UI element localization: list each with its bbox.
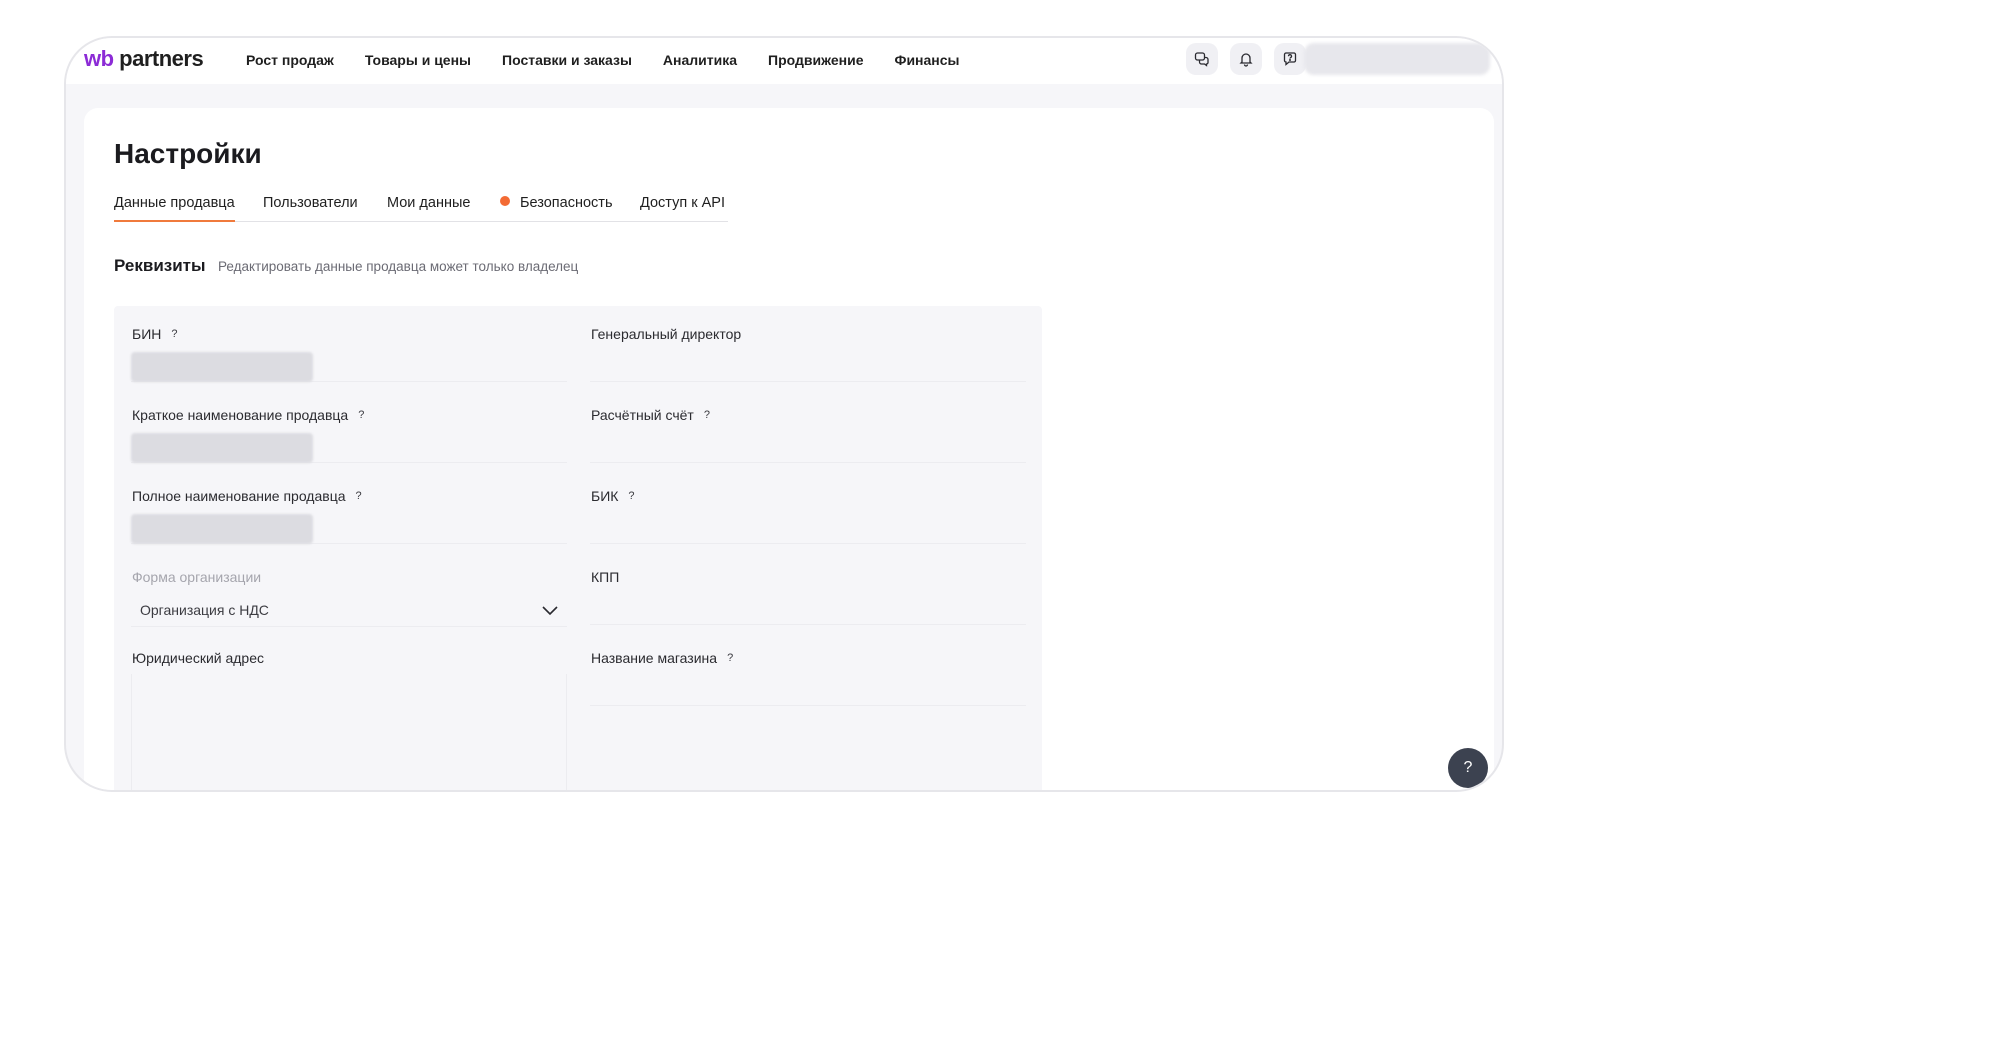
ceo-field[interactable] [590, 350, 1026, 382]
requisites-header: Реквизиты Редактировать данные продавца … [114, 256, 578, 276]
nav-item-analytics[interactable]: Аналитика [663, 51, 737, 69]
profile-menu[interactable] [1304, 43, 1490, 75]
tab-security[interactable]: Безопасность [500, 194, 613, 212]
org-form-select[interactable]: Организация с НДС [131, 595, 567, 627]
short-name-help-icon[interactable]: ? [358, 406, 364, 424]
bell-icon [1239, 53, 1253, 67]
kpp-label: КПП [591, 569, 620, 585]
requisites-form: БИН? Краткое наименование продавца? Полн… [114, 306, 1042, 790]
bik-label: БИК? [591, 487, 635, 505]
section-title: Реквизиты [114, 256, 206, 275]
wb-partners-logo[interactable]: wb partners [84, 46, 204, 72]
nav-item-goods-prices[interactable]: Товары и цены [365, 51, 471, 69]
kpp-field[interactable] [590, 593, 1026, 625]
nav-item-promotion[interactable]: Продвижение [768, 51, 863, 69]
bin-value-redacted [131, 352, 313, 382]
settings-tabs: Данные продавца Пользователи Мои данные … [114, 190, 728, 222]
full-name-label: Полное наименование продавца? [132, 487, 362, 505]
nav-item-supplies-orders[interactable]: Поставки и заказы [502, 51, 632, 69]
short-name-value-redacted [131, 433, 313, 463]
bin-label: БИН? [132, 325, 178, 343]
legal-address-field[interactable] [131, 674, 567, 790]
full-name-field[interactable] [131, 512, 567, 544]
section-note: Редактировать данные продавца может толь… [217, 259, 579, 274]
header-actions [1186, 43, 1306, 75]
full-name-value-redacted [131, 514, 313, 544]
settings-card: Настройки Данные продавца Пользователи М… [84, 108, 1494, 790]
feedback-button[interactable] [1274, 43, 1306, 75]
notifications-button[interactable] [1230, 43, 1262, 75]
page-title: Настройки [114, 138, 262, 169]
shop-name-field[interactable] [590, 674, 1026, 706]
main-nav: Рост продаж Товары и цены Поставки и зак… [246, 51, 960, 69]
nav-item-finance[interactable]: Финансы [895, 51, 960, 69]
tab-users[interactable]: Пользователи [263, 194, 358, 212]
chevron-down-icon [542, 606, 558, 616]
tab-security-label: Безопасность [520, 195, 613, 211]
org-form-label: Форма организации [132, 569, 262, 585]
tab-my-data[interactable]: Мои данные [387, 194, 470, 212]
org-form-selected-value: Организация с НДС [140, 602, 269, 618]
top-navigation-bar: wb partners Рост продаж Товары и цены По… [66, 38, 1502, 84]
bin-field[interactable] [131, 350, 567, 382]
nav-item-sales-growth[interactable]: Рост продаж [246, 51, 334, 69]
legal-address-label: Юридический адрес [132, 650, 265, 666]
full-name-help-icon[interactable]: ? [356, 487, 362, 505]
short-name-field[interactable] [131, 431, 567, 463]
help-button[interactable]: ? [1448, 748, 1488, 788]
shop-name-help-icon[interactable]: ? [727, 649, 733, 667]
shop-name-label: Название магазина? [591, 649, 734, 667]
security-alert-dot [500, 196, 510, 206]
ceo-label: Генеральный директор [591, 326, 742, 342]
chat-button[interactable] [1186, 43, 1218, 75]
bin-help-icon[interactable]: ? [171, 325, 177, 343]
tab-api-access[interactable]: Доступ к API [640, 194, 725, 212]
short-name-label: Краткое наименование продавца? [132, 406, 365, 424]
chat-icon [1194, 52, 1209, 67]
bik-help-icon[interactable]: ? [628, 487, 634, 505]
bik-field[interactable] [590, 512, 1026, 544]
account-help-icon[interactable]: ? [704, 406, 710, 424]
app-window: wb partners Рост продаж Товары и цены По… [64, 36, 1504, 792]
account-label: Расчётный счёт? [591, 406, 710, 424]
tab-seller-data[interactable]: Данные продавца [114, 194, 235, 222]
feedback-icon [1283, 52, 1297, 66]
account-field[interactable] [590, 431, 1026, 463]
